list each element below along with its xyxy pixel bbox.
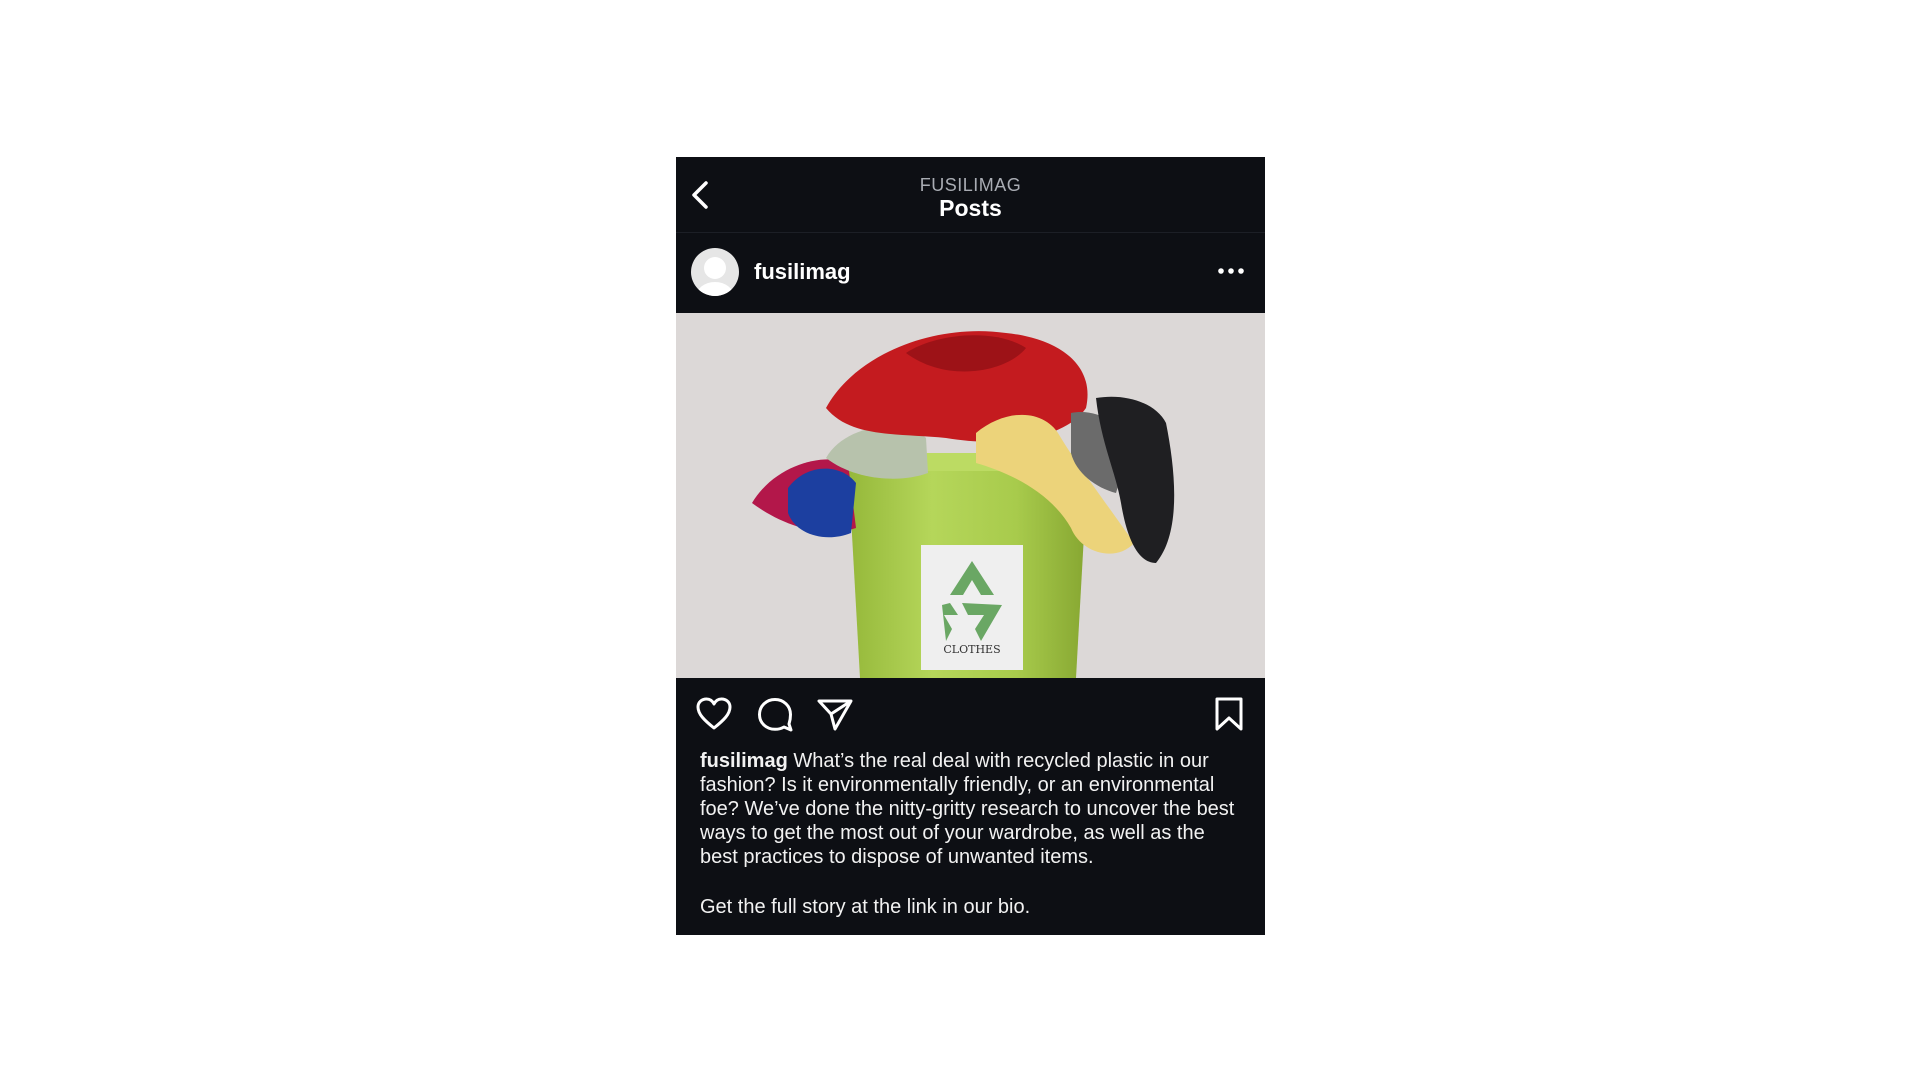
laundry-recycle-bin-illustration: CLOTHES (676, 313, 1265, 678)
post-username[interactable]: fusilimag (754, 259, 851, 285)
save-button[interactable] (1209, 694, 1249, 734)
post-image[interactable]: CLOTHES (676, 313, 1265, 678)
account-label: FUSILIMAG (919, 175, 1022, 195)
heart-icon (696, 697, 732, 730)
bookmark-icon (1215, 697, 1243, 731)
post-header: fusilimag (676, 233, 1265, 313)
top-nav-bar: FUSILIMAG Posts (676, 157, 1265, 233)
share-button[interactable] (815, 694, 855, 734)
more-horizontal-icon (1218, 268, 1244, 274)
more-options-button[interactable] (1217, 261, 1245, 281)
instagram-post-screen: FUSILIMAG Posts fusilimag CLOTHES fusili… (676, 157, 1265, 935)
caption-link-line: Get the full story at the link in our bi… (700, 896, 1031, 918)
page-title: Posts (939, 195, 1002, 221)
post-caption: fusilimag What’s the real deal with recy… (700, 749, 1245, 869)
avatar[interactable] (691, 248, 739, 296)
cloth-blue (788, 468, 856, 538)
post-action-bar (676, 678, 1265, 748)
avatar-head (704, 257, 726, 279)
like-button[interactable] (694, 694, 734, 734)
comment-icon (758, 698, 793, 732)
bin-label-text: CLOTHES (943, 643, 1000, 656)
avatar-shoulders (696, 282, 734, 296)
comment-button[interactable] (755, 694, 795, 734)
caption-username[interactable]: fusilimag (700, 750, 788, 772)
send-icon (817, 699, 853, 731)
